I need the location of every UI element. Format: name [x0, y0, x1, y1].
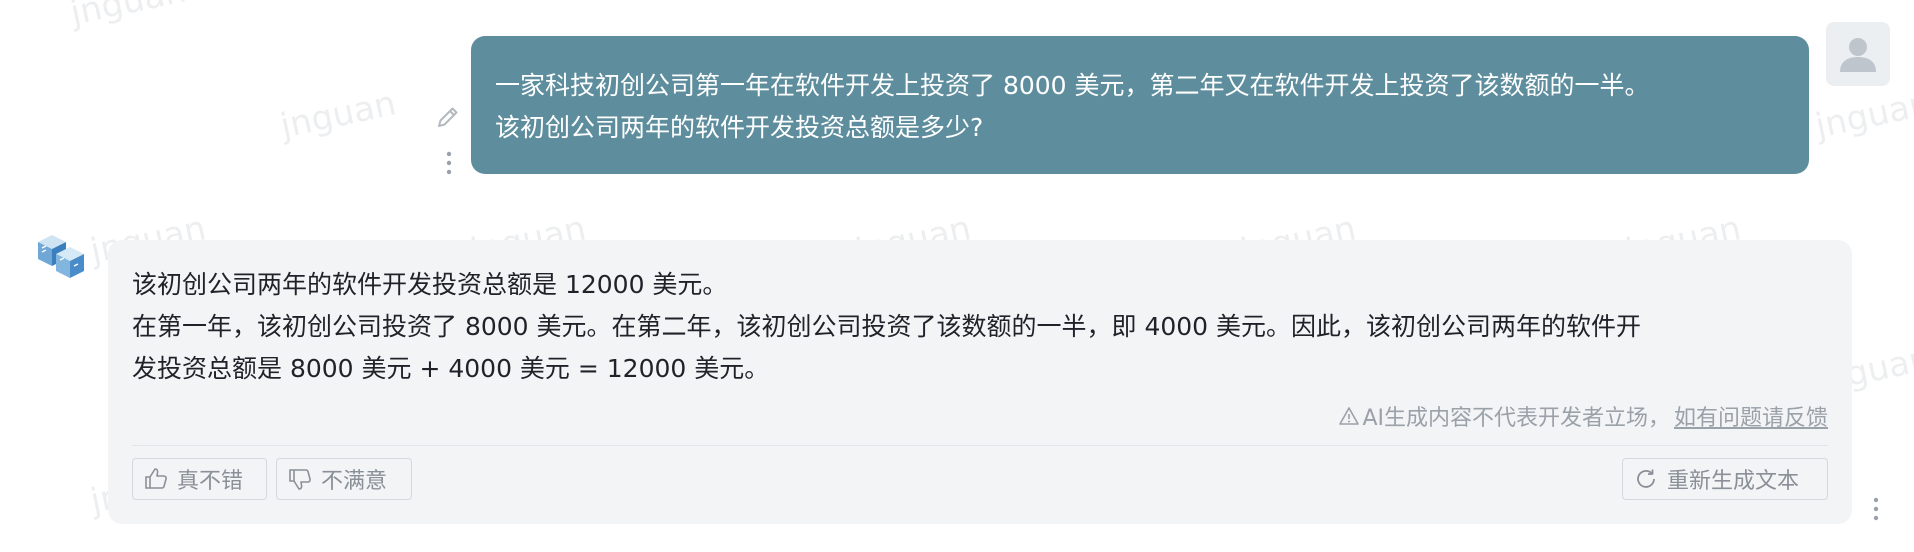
user-message-line: 一家科技初创公司第一年在软件开发上投资了 8000 美元，第二年又在软件开发上投… — [495, 71, 1650, 100]
thumbs-up-icon — [143, 466, 169, 492]
bot-message-line: 发投资总额是 8000 美元 + 4000 美元 = 12000 美元。 — [132, 354, 770, 383]
bot-message-line: 该初创公司两年的软件开发投资总额是 12000 美元。 — [132, 270, 728, 299]
divider — [132, 445, 1828, 446]
more-vertical-icon[interactable] — [1868, 496, 1884, 522]
dislike-button[interactable]: 不满意 — [276, 458, 412, 500]
ai-disclaimer: AI生成内容不代表开发者立场， 如有问题请反馈 — [1338, 400, 1828, 432]
bot-message-card: 该初创公司两年的软件开发投资总额是 12000 美元。 在第一年，该初创公司投资… — [108, 240, 1852, 524]
refresh-icon — [1633, 466, 1659, 492]
like-label: 真不错 — [177, 469, 244, 494]
regenerate-button[interactable]: 重新生成文本 — [1622, 458, 1828, 500]
user-avatar — [1826, 22, 1890, 86]
cube-logo-icon — [38, 235, 84, 278]
watermark: jnguan — [277, 83, 400, 147]
chat-page: jnguan jnguan jnguan jnguan jnguan jngua… — [0, 0, 1914, 552]
pencil-icon[interactable] — [434, 103, 462, 131]
more-vertical-icon[interactable] — [441, 150, 457, 176]
user-message-line: 该初创公司两年的软件开发投资总额是多少? — [495, 113, 984, 142]
watermark: jnguan — [67, 0, 190, 34]
user-avatar-icon — [1840, 38, 1876, 72]
bot-message-line: 在第一年，该初创公司投资了 8000 美元。在第二年，该初创公司投资了该数额的一… — [132, 312, 1642, 341]
bot-avatar — [30, 226, 90, 286]
disclaimer-text: AI生成内容不代表开发者立场， — [1362, 406, 1670, 431]
thumbs-down-icon — [287, 466, 313, 492]
dislike-label: 不满意 — [321, 469, 388, 494]
regenerate-label: 重新生成文本 — [1667, 469, 1800, 494]
like-button[interactable]: 真不错 — [132, 458, 267, 500]
bot-message-text: 该初创公司两年的软件开发投资总额是 12000 美元。 在第一年，该初创公司投资… — [132, 264, 1828, 390]
feedback-link[interactable]: 如有问题请反馈 — [1674, 400, 1828, 432]
warning-icon — [1338, 405, 1360, 427]
watermark: jnguan — [1812, 83, 1914, 147]
user-message-bubble: 一家科技初创公司第一年在软件开发上投资了 8000 美元，第二年又在软件开发上投… — [471, 36, 1809, 174]
